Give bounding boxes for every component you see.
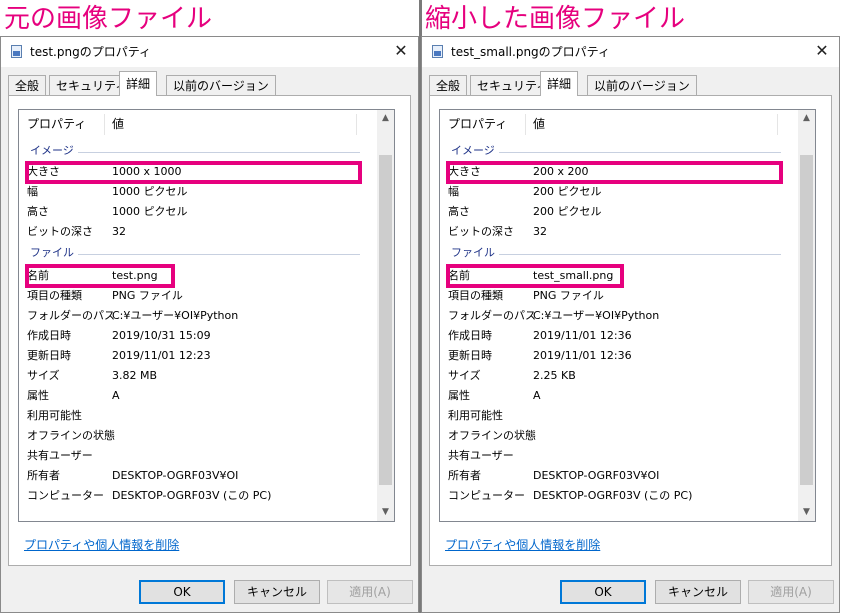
list-item[interactable]: サイズ 2.25 KB [440,366,796,386]
highlight-box-name [25,264,175,288]
list-header: プロパティ 値 [19,110,375,139]
list-item[interactable]: オフラインの状態 [440,426,796,446]
highlight-box-size [446,161,783,184]
list-item[interactable]: 高さ 200 ピクセル [440,202,796,222]
list-item[interactable]: 幅 1000 ピクセル [19,182,375,202]
remove-properties-link[interactable]: プロパティや個人情報を削除 [24,536,179,553]
list-item[interactable]: ビットの深さ 32 [19,222,375,242]
tab-general[interactable]: 全般 [429,75,468,95]
list-item[interactable]: 幅 200 ピクセル [440,182,796,202]
properties-dialog: test_small.pngのプロパティ ✕ 全般 セキュリティ 詳細 以前のバ… [421,36,840,613]
list-item[interactable]: 作成日時 2019/11/01 12:36 [440,326,796,346]
column-header-property[interactable]: プロパティ [27,110,86,139]
ok-button[interactable]: OK [139,580,225,604]
column-separator [356,114,357,135]
group-label: イメージ [451,144,499,157]
scroll-down-icon[interactable]: ▼ [798,504,815,521]
list-item[interactable]: 属性 A [19,386,375,406]
list-item[interactable]: 所有者 DESKTOP-OGRF03V¥OI [440,466,796,486]
column-header-property[interactable]: プロパティ [448,110,507,139]
column-separator [104,114,105,135]
apply-button[interactable]: 適用(A) [748,580,834,604]
list-item[interactable]: 更新日時 2019/11/01 12:23 [19,346,375,366]
group-label: ファイル [30,246,78,259]
title-bar: test.pngのプロパティ ✕ [1,37,418,67]
list-item[interactable]: 共有ユーザー [19,446,375,466]
close-icon[interactable]: ✕ [811,40,833,62]
panel-resized: 縮小した画像ファイル test_small.pngのプロパティ ✕ 全般 セキュ… [421,0,842,613]
group-image: イメージ [30,144,360,158]
list-item[interactable]: 利用可能性 [19,406,375,426]
cancel-button[interactable]: キャンセル [655,580,741,604]
list-item[interactable]: オフラインの状態 [19,426,375,446]
list-item[interactable]: コンピューター DESKTOP-OGRF03V (この PC) [19,486,375,506]
column-separator [777,114,778,135]
list-item[interactable]: 項目の種類 PNG ファイル [440,286,796,306]
list-item[interactable]: ビットの深さ 32 [440,222,796,242]
list-item[interactable]: 所有者 DESKTOP-OGRF03V¥OI [19,466,375,486]
list-item[interactable]: サイズ 3.82 MB [19,366,375,386]
list-item[interactable]: 項目の種類 PNG ファイル [19,286,375,306]
list-item[interactable]: 作成日時 2019/10/31 15:09 [19,326,375,346]
panel-heading: 元の画像ファイル [4,4,213,34]
cancel-button[interactable]: キャンセル [234,580,320,604]
list-item[interactable]: 更新日時 2019/11/01 12:36 [440,346,796,366]
panel-original: 元の画像ファイル test.pngのプロパティ ✕ 全般 セキュリティ 詳細 以… [0,0,421,613]
properties-dialog: test.pngのプロパティ ✕ 全般 セキュリティ 詳細 以前のバージョン プ… [0,36,419,613]
image-file-icon [11,45,22,58]
group-file: ファイル [30,246,360,260]
ok-button[interactable]: OK [560,580,646,604]
list-item[interactable]: 属性 A [440,386,796,406]
image-file-icon [432,45,443,58]
panel-heading: 縮小した画像ファイル [425,4,686,34]
column-header-value[interactable]: 値 [112,110,124,139]
window-title: test_small.pngのプロパティ [451,45,610,59]
highlight-box-name [446,264,624,288]
group-label: イメージ [30,144,78,157]
scroll-thumb[interactable] [800,155,813,485]
vertical-scrollbar[interactable]: ▲ ▼ [377,110,394,521]
group-image: イメージ [451,144,781,158]
close-icon[interactable]: ✕ [390,40,412,62]
tab-details[interactable]: 詳細 [540,71,579,96]
tab-previous-versions[interactable]: 以前のバージョン [587,75,697,95]
remove-properties-link[interactable]: プロパティや個人情報を削除 [445,536,600,553]
list-item[interactable]: フォルダーのパス C:¥ユーザー¥OI¥Python [440,306,796,326]
group-file: ファイル [451,246,781,260]
highlight-box-size [25,161,362,184]
column-header-value[interactable]: 値 [533,110,545,139]
vertical-scrollbar[interactable]: ▲ ▼ [798,110,815,521]
title-bar: test_small.pngのプロパティ ✕ [422,37,839,67]
apply-button[interactable]: 適用(A) [327,580,413,604]
list-header: プロパティ 値 [440,110,796,139]
list-item[interactable]: 共有ユーザー [440,446,796,466]
list-item[interactable]: フォルダーのパス C:¥ユーザー¥OI¥Python [19,306,375,326]
column-separator [525,114,526,135]
window-title: test.pngのプロパティ [30,45,151,59]
list-item[interactable]: 高さ 1000 ピクセル [19,202,375,222]
tab-previous-versions[interactable]: 以前のバージョン [166,75,276,95]
tab-general[interactable]: 全般 [8,75,47,95]
list-item[interactable]: コンピューター DESKTOP-OGRF03V (この PC) [440,486,796,506]
group-label: ファイル [451,246,499,259]
scroll-thumb[interactable] [379,155,392,485]
scroll-up-icon[interactable]: ▲ [377,110,394,127]
scroll-down-icon[interactable]: ▼ [377,504,394,521]
scroll-up-icon[interactable]: ▲ [798,110,815,127]
tab-details[interactable]: 詳細 [119,71,158,96]
list-item[interactable]: 利用可能性 [440,406,796,426]
